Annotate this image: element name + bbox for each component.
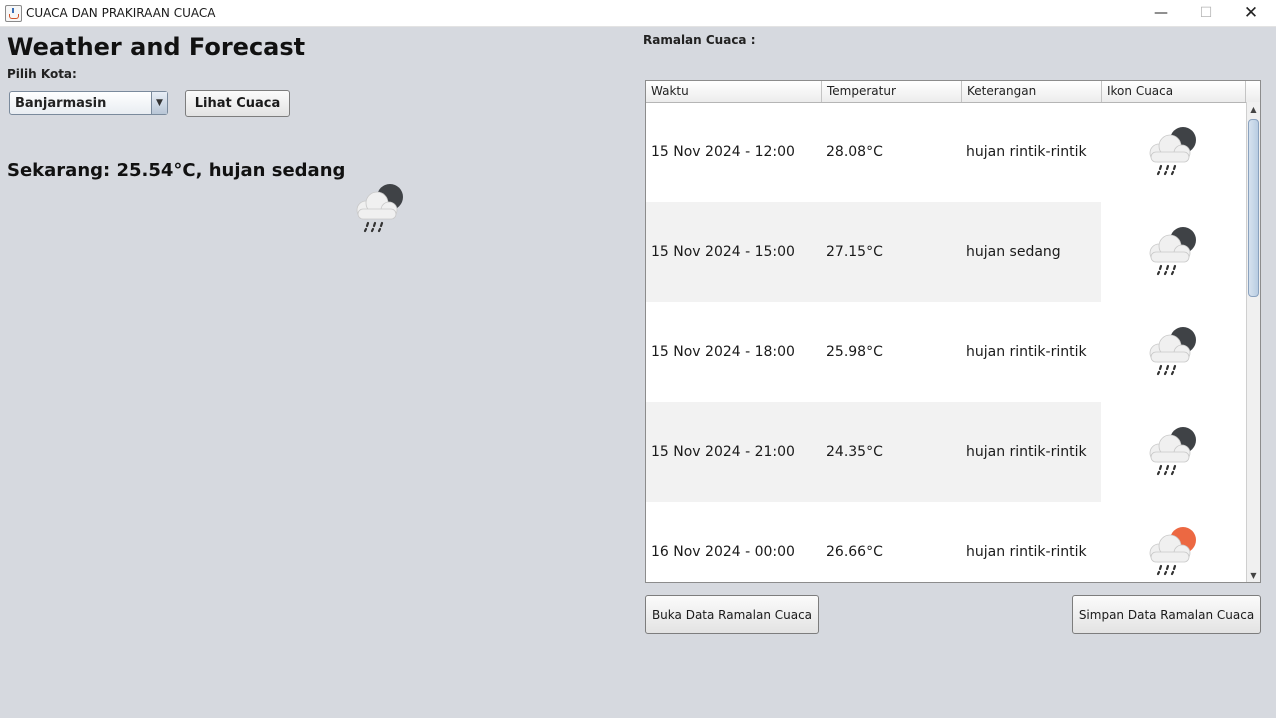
table-body: 15 Nov 2024 - 12:00 28.08°C hujan rintik… xyxy=(646,102,1246,582)
city-dropdown-value: Banjarmasin xyxy=(15,96,107,111)
table-row[interactable]: 15 Nov 2024 - 21:00 24.35°C hujan rintik… xyxy=(646,402,1246,502)
scroll-down-icon[interactable]: ▼ xyxy=(1247,568,1260,582)
window-title: CUACA DAN PRAKIRAAN CUACA xyxy=(26,6,216,20)
current-weather-text: Sekarang: 25.54°C, hujan sedang xyxy=(7,160,346,181)
table-row[interactable]: 15 Nov 2024 - 15:00 27.15°C hujan sedang xyxy=(646,202,1246,302)
cell-temperatur: 25.98°C xyxy=(826,344,883,360)
cell-keterangan: hujan rintik-rintik xyxy=(966,544,1087,560)
rain-moon-night-icon xyxy=(1149,327,1196,376)
forecast-label: Ramalan Cuaca : xyxy=(643,33,756,47)
minimize-button[interactable]: — xyxy=(1138,0,1184,26)
chevron-down-icon[interactable]: ▼ xyxy=(151,92,167,114)
cell-keterangan: hujan sedang xyxy=(966,244,1061,260)
column-header-waktu[interactable]: Waktu xyxy=(646,81,822,102)
cell-waktu: 15 Nov 2024 - 12:00 xyxy=(651,144,795,160)
forecast-table: Waktu Temperatur Keterangan Ikon Cuaca 1… xyxy=(645,80,1261,583)
cell-temperatur: 28.08°C xyxy=(826,144,883,160)
table-row[interactable]: 15 Nov 2024 - 18:00 25.98°C hujan rintik… xyxy=(646,302,1246,402)
cell-waktu: 15 Nov 2024 - 15:00 xyxy=(651,244,795,260)
cell-keterangan: hujan rintik-rintik xyxy=(966,444,1087,460)
view-weather-button[interactable]: Lihat Cuaca xyxy=(185,90,290,117)
title-bar: CUACA DAN PRAKIRAAN CUACA — ☐ ✕ xyxy=(0,0,1276,27)
close-button[interactable]: ✕ xyxy=(1228,0,1274,26)
column-header-temperatur[interactable]: Temperatur xyxy=(822,81,962,102)
city-dropdown[interactable]: Banjarmasin ▼ xyxy=(9,91,168,115)
cell-waktu: 15 Nov 2024 - 21:00 xyxy=(651,444,795,460)
table-header: Waktu Temperatur Keterangan Ikon Cuaca xyxy=(646,81,1260,103)
cell-waktu: 16 Nov 2024 - 00:00 xyxy=(651,544,795,560)
cell-temperatur: 27.15°C xyxy=(826,244,883,260)
cell-waktu: 15 Nov 2024 - 18:00 xyxy=(651,344,795,360)
cell-keterangan: hujan rintik-rintik xyxy=(966,344,1087,360)
cell-temperatur: 24.35°C xyxy=(826,444,883,460)
cell-temperatur: 26.66°C xyxy=(826,544,883,560)
vertical-scrollbar[interactable]: ▲ ▼ xyxy=(1246,102,1260,582)
rain-moon-night-icon xyxy=(1149,427,1196,476)
rain-moon-night-icon xyxy=(356,184,403,233)
maximize-button[interactable]: ☐ xyxy=(1183,0,1229,26)
cell-keterangan: hujan rintik-rintik xyxy=(966,144,1087,160)
table-row[interactable]: 16 Nov 2024 - 00:00 26.66°C hujan rintik… xyxy=(646,502,1246,582)
city-label: Pilih Kota: xyxy=(7,67,77,81)
rain-sun-day-icon xyxy=(1149,527,1196,576)
open-forecast-data-button[interactable]: Buka Data Ramalan Cuaca xyxy=(645,595,819,634)
rain-moon-night-icon xyxy=(1149,127,1196,176)
save-forecast-data-button[interactable]: Simpan Data Ramalan Cuaca xyxy=(1072,595,1261,634)
column-header-ikon-cuaca[interactable]: Ikon Cuaca xyxy=(1102,81,1246,102)
java-app-icon xyxy=(5,5,22,22)
rain-moon-night-icon xyxy=(1149,227,1196,276)
scroll-up-icon[interactable]: ▲ xyxy=(1247,102,1260,116)
scrollbar-thumb[interactable] xyxy=(1248,119,1259,297)
page-title: Weather and Forecast xyxy=(7,33,306,61)
column-header-keterangan[interactable]: Keterangan xyxy=(962,81,1102,102)
table-row[interactable]: 15 Nov 2024 - 12:00 28.08°C hujan rintik… xyxy=(646,102,1246,202)
